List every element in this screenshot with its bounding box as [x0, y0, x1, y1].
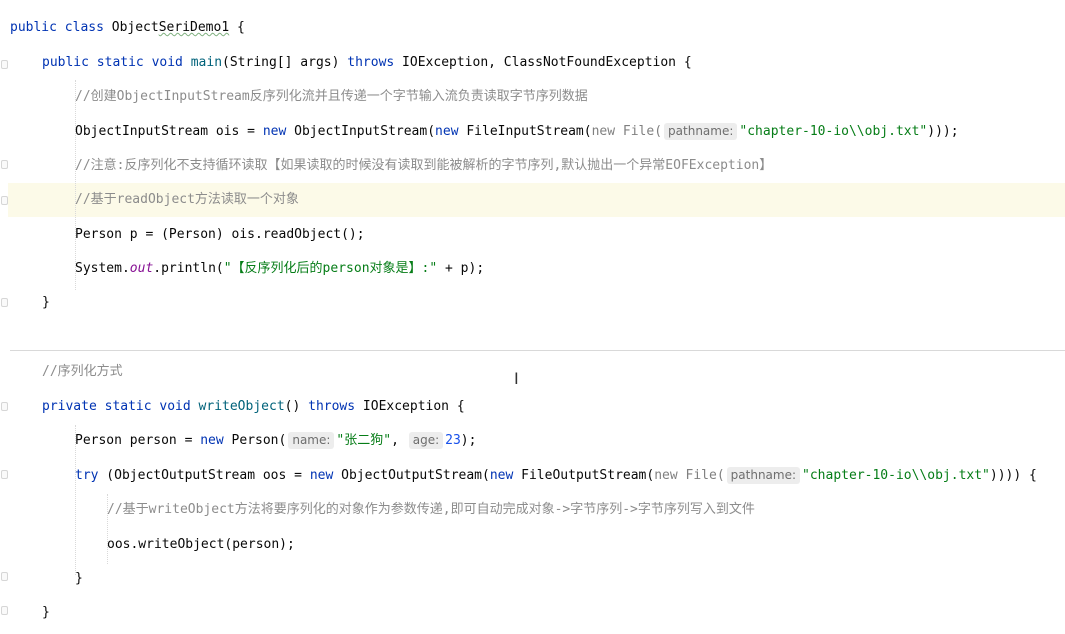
code-text: + p); [437, 261, 485, 276]
parameter-hint: name: [288, 432, 335, 449]
code-comment[interactable]: //序列化方式 [42, 362, 123, 382]
code-comment[interactable]: //基于readObject方法读取一个对象 [75, 190, 299, 210]
string-literal: "chapter-10-io\\obj.txt" [802, 468, 990, 483]
code-line-main-method[interactable]: public static void main(String[] args) t… [42, 53, 692, 73]
static-field: out [129, 261, 154, 276]
string-literal: "张二狗" [336, 433, 392, 448]
code-comment[interactable]: //创建ObjectInputStream反序列化流并且传递一个字节输入流负责读… [75, 87, 588, 107]
code-line-try[interactable]: try (ObjectOutputStream oos = new Object… [75, 466, 1037, 486]
code-text: Person( [223, 433, 287, 448]
code-text: ObjectOutputStream( [333, 468, 490, 483]
code-text: (ObjectOutputStream oos = [98, 468, 310, 483]
keyword: try [75, 468, 99, 483]
code-text: (String[] args) [222, 55, 348, 70]
code-text: IOException { [355, 399, 465, 414]
keyword: public static void [42, 55, 191, 70]
text-cursor-icon: I [514, 369, 519, 388]
keyword: new [200, 433, 224, 448]
fold-marker[interactable] [1, 298, 8, 307]
code-line-class-declaration[interactable]: public class ObjectSeriDemo1 { [10, 18, 245, 38]
fold-marker[interactable] [1, 470, 8, 479]
code-text: FileOutputStream( [513, 468, 655, 483]
keyword: new [489, 468, 514, 483]
editor-gutter [0, 0, 8, 634]
code-text: FileInputStream( [458, 124, 592, 139]
code-text: IOException, ClassNotFoundException { [394, 55, 692, 70]
code-line-println[interactable]: System.out.println("【反序列化后的person对象是】:" … [75, 259, 484, 279]
code-line-closing-brace[interactable]: } [75, 569, 83, 589]
code-text-dim: new File( [591, 124, 663, 139]
keyword: new [435, 124, 459, 139]
method-separator [10, 350, 1065, 351]
code-comment[interactable]: //基于writeObject方法将要序列化的对象作为参数传递,即可自动完成对象… [107, 500, 755, 520]
fold-marker[interactable] [1, 402, 8, 411]
code-text: System. [75, 261, 130, 276]
parameter-hint: age: [408, 432, 444, 449]
keyword: private static void [42, 399, 199, 414]
keyword: public class [10, 20, 112, 35]
parameter-hint: pathname: [726, 467, 801, 484]
code-text: )))) { [989, 468, 1037, 483]
code-text: () [284, 399, 309, 414]
code-line-ois[interactable]: ObjectInputStream ois = new ObjectInputS… [75, 122, 959, 142]
fold-marker[interactable] [1, 196, 8, 205]
code-text: .println( [153, 261, 224, 276]
string-literal: "【反序列化后的person对象是】:" [223, 261, 438, 276]
keyword: throws [347, 55, 395, 70]
fold-marker[interactable] [1, 572, 8, 581]
code-line-closing-brace[interactable]: } [42, 293, 50, 313]
number-literal: 23 [445, 433, 461, 448]
method-name: writeObject [198, 399, 285, 414]
code-line-read-object[interactable]: Person p = (Person) ois.readObject(); [75, 225, 365, 245]
keyword: throws [308, 399, 356, 414]
parameter-hint: pathname: [664, 123, 738, 140]
code-text: ObjectInputStream( [286, 124, 436, 139]
code-text: Person person = [75, 433, 201, 448]
code-line-new-person[interactable]: Person person = new Person(name: "张二狗", a… [75, 431, 476, 451]
code-line-write-object-method[interactable]: private static void writeObject() throws… [42, 397, 465, 417]
string-literal: "chapter-10-io\\obj.txt" [739, 124, 928, 139]
code-text-dim: new File( [654, 468, 725, 483]
keyword: new [309, 468, 334, 483]
method-name: main [190, 55, 223, 70]
code-line-write[interactable]: oos.writeObject(person); [107, 535, 295, 555]
code-text: ); [460, 433, 477, 448]
code-text: { [229, 20, 245, 35]
code-text: , [391, 433, 407, 448]
fold-marker[interactable] [1, 160, 8, 169]
fold-marker[interactable] [1, 606, 8, 615]
keyword: new [262, 124, 287, 139]
code-text: ))); [927, 124, 959, 139]
code-comment[interactable]: //注意:反序列化不支持循环读取【如果读取的时候没有读取到能被解析的字节序列,默… [75, 156, 772, 176]
class-name: Object [111, 20, 159, 35]
class-name-typo-underline: SeriDemo1 [158, 20, 230, 35]
code-line-closing-brace[interactable]: } [42, 603, 50, 623]
code-text: ObjectInputStream ois = [75, 124, 263, 139]
fold-marker[interactable] [1, 60, 8, 69]
